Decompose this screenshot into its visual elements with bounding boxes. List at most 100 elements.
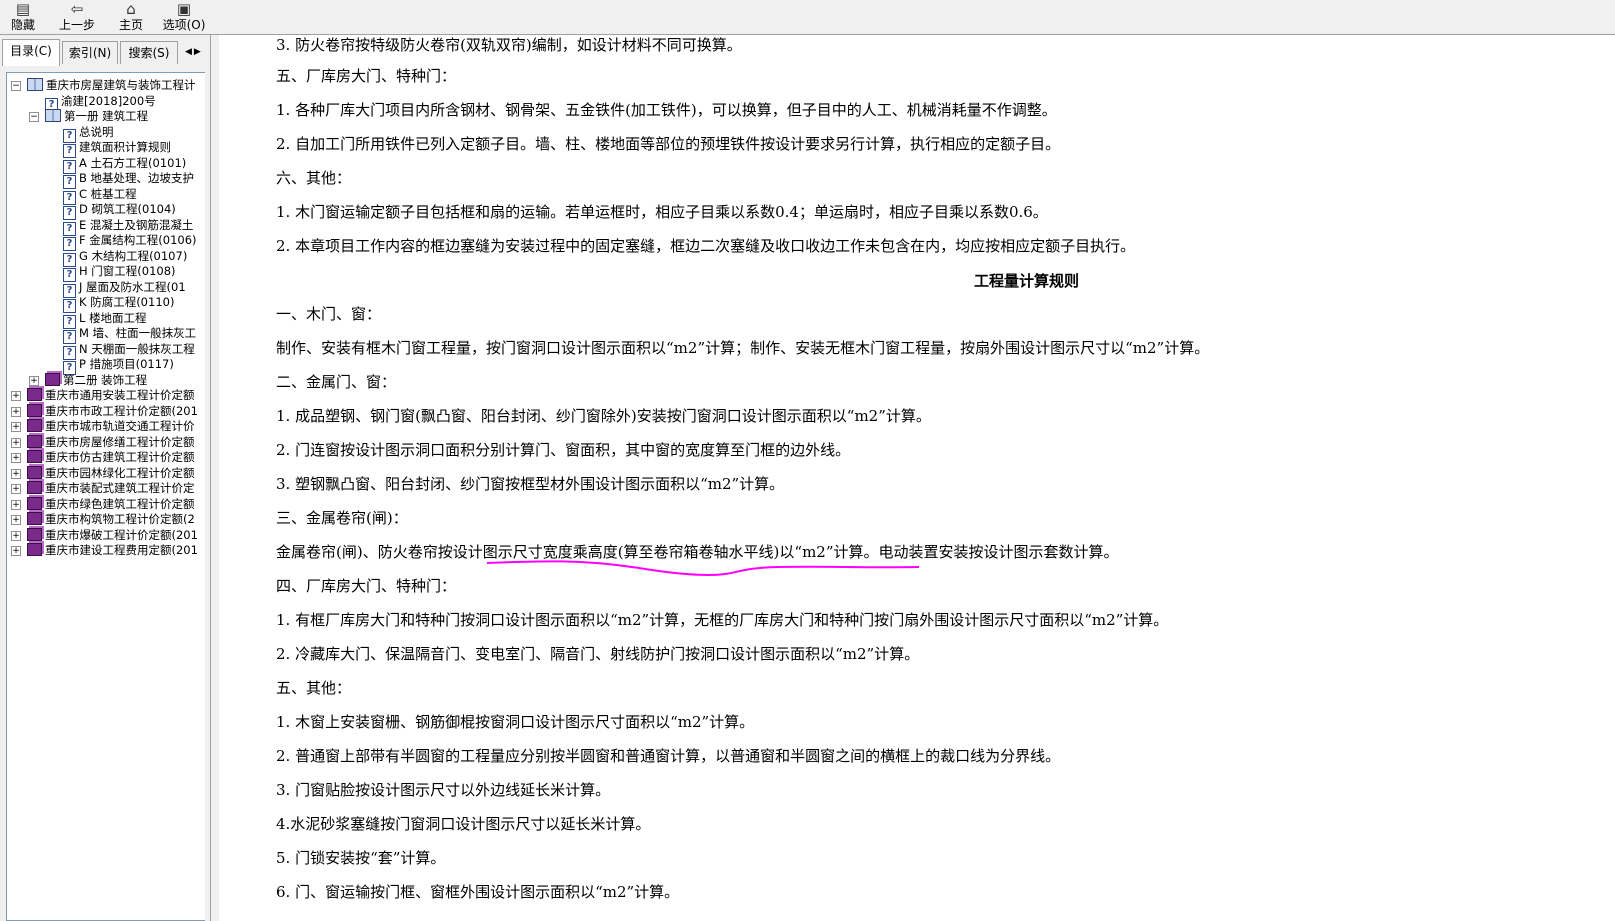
book-closed-icon <box>27 434 42 448</box>
expand-icon[interactable]: + <box>11 546 21 556</box>
expand-icon[interactable]: + <box>11 499 21 510</box>
content-line: 1. 木窗上安装窗栅、钢筋御棍按窗洞口设计图示尺寸面积以“m2”计算。 <box>276 713 755 731</box>
tree-item-label: L 楼地面工程 <box>79 310 147 325</box>
tree-item[interactable]: ? N 天棚面一般抹灰工程 <box>63 342 195 360</box>
content-line: 4.水泥砂浆塞缝按门窗洞口设计图示尺寸以延长米计算。 <box>276 815 651 833</box>
expand-icon[interactable]: + <box>11 468 21 479</box>
tree-item[interactable]: ? H 门窗工程(0108) <box>63 264 176 282</box>
tree-item[interactable]: + 重庆市绿色建筑工程计价定额 <box>11 496 195 512</box>
back-label: 上一步 <box>58 18 95 32</box>
tree-item[interactable]: ? F 金属结构工程(0106) <box>63 233 197 251</box>
nav-tabs: 目录(C) 索引(N) 搜索(S) ◀▶ <box>0 35 210 71</box>
tree-item[interactable]: − 重庆市房屋建筑与装饰工程计 <box>11 78 196 93</box>
toolbar: ▤ 隐藏 ⇦ 上一步 ⌂ 主页 ▣ 选项(O) <box>0 0 1615 35</box>
book-closed-icon <box>27 403 42 417</box>
expand-icon[interactable]: + <box>11 391 21 401</box>
navigation-pane: 目录(C) 索引(N) 搜索(S) ◀▶ − 重庆市房屋建筑与装饰工程计? 渝建[2… <box>0 35 210 921</box>
tree-item[interactable]: + 重庆市建设工程费用定额(201 <box>11 543 198 558</box>
tree-item[interactable]: ? 总说明 <box>63 124 114 143</box>
tree-item-label: 第二册 装饰工程 <box>63 372 148 387</box>
tree-item[interactable]: ? C 桩基工程 <box>63 187 137 205</box>
expand-icon[interactable]: + <box>11 406 21 417</box>
tree-item-label: 重庆市市政工程计价定额(201 <box>45 403 198 418</box>
tree-item-label: 重庆市通用安装工程计价定额 <box>45 388 195 402</box>
expand-icon[interactable]: + <box>29 375 39 386</box>
tree-item[interactable]: ? A 土石方工程(0101) <box>63 156 186 174</box>
tree-item[interactable]: + 重庆市通用安装工程计价定额 <box>11 388 195 403</box>
hide-button[interactable]: ▤ 隐藏 <box>6 0 40 34</box>
home-button[interactable]: ⌂ 主页 <box>114 0 148 34</box>
tree-item[interactable]: ? P 措施项目(0117) <box>63 357 174 375</box>
tree-item[interactable]: ? E 混凝土及钢筋混凝土 <box>63 218 193 236</box>
content-line: 3. 塑钢飘凸窗、阳台封闭、纱门窗按框型材外围设计图示面积以“m2”计算。 <box>276 475 785 493</box>
expand-icon[interactable]: + <box>11 530 21 541</box>
tree-item[interactable]: + 第二册 装饰工程 <box>29 372 148 388</box>
tree-item-label: P 措施项目(0117) <box>79 357 174 371</box>
content-line: 1. 各种厂库大门项目内所含钢材、钢骨架、五金铁件(加工铁件)，可以换算，但子目… <box>276 101 1057 119</box>
content-line: 金属卷帘(闸)、防火卷帘按设计图示尺寸宽度乘高度(算至卷帘箱卷轴水平线)以“m2… <box>276 543 1119 561</box>
content-line: 2. 本章项目工作内容的框边塞缝为安装过程中的固定塞缝，框边二次塞缝及收口收边工… <box>276 237 1136 255</box>
tree-item[interactable]: + 重庆市市政工程计价定额(201 <box>11 403 198 419</box>
back-button[interactable]: ⇦ 上一步 <box>56 0 98 34</box>
tree-item[interactable]: ? 渝建[2018]200号 <box>45 93 156 112</box>
tree-item[interactable]: ? J 屋面及防水工程(01 <box>63 279 186 298</box>
nav-pane-edge <box>205 35 208 921</box>
content-line: 3. 防火卷帘按特级防火卷帘(双轨双帘)编制，如设计材料不同可换算。 <box>276 36 742 54</box>
tree-item[interactable]: + 重庆市装配式建筑工程计价定 <box>11 481 195 496</box>
content-line: 2. 普通窗上部带有半圆窗的工程量应分别按半圆窗和普通窗计算，以普通窗和半圆窗之… <box>276 747 1061 765</box>
book-closed-icon <box>27 450 42 463</box>
tree-item[interactable]: + 重庆市仿古建筑工程计价定额 <box>11 450 195 465</box>
contents-tree: − 重庆市房屋建筑与装饰工程计? 渝建[2018]200号 − 第一册 建筑工程? 总说明… <box>6 72 206 921</box>
tree-item[interactable]: + 重庆市爆破工程计价定额(201 <box>11 527 198 543</box>
tree-item-label: 重庆市房屋修缮工程计价定额 <box>45 434 195 449</box>
content-line: 一、木门、窗： <box>276 305 382 323</box>
tree-item-label: K 防腐工程(0110) <box>79 295 175 309</box>
expand-icon[interactable]: + <box>11 484 21 494</box>
tree-item[interactable]: ? K 防腐工程(0110) <box>63 295 175 313</box>
tree-item-label: J 屋面及防水工程(01 <box>79 279 186 294</box>
back-arrow-icon: ⇦ <box>70 0 84 18</box>
book-closed-icon <box>27 527 42 541</box>
tree-item[interactable]: ? M 墙、柱面一般抹灰工 <box>63 326 196 344</box>
tree-item-label: 重庆市建设工程费用定额(201 <box>45 543 198 557</box>
tree-item[interactable]: + 重庆市园林绿化工程计价定额 <box>11 465 195 481</box>
tree-item[interactable]: + 重庆市构筑物工程计价定额(2 <box>11 512 195 527</box>
tree-item-label: 渝建[2018]200号 <box>61 93 156 108</box>
tree-item-label: 总说明 <box>79 124 114 139</box>
collapse-icon[interactable]: − <box>11 81 21 91</box>
tree-item[interactable]: + 重庆市房屋修缮工程计价定额 <box>11 434 195 450</box>
tree-item[interactable]: ? 建筑面积计算规则 <box>63 140 171 158</box>
options-button[interactable]: ▣ 选项(O) <box>160 0 208 34</box>
tree-item-label: G 木结构工程(0107) <box>79 248 188 263</box>
options-label: 选项(O) <box>162 18 206 32</box>
tree-item[interactable]: ? G 木结构工程(0107) <box>63 248 188 267</box>
collapse-icon[interactable]: − <box>29 112 39 122</box>
document-content: 3. 防火卷帘按特级防火卷帘(双轨双帘)编制，如设计材料不同可换算。 五、厂库房大… <box>219 35 1615 921</box>
book-closed-icon <box>27 496 42 510</box>
tab-search[interactable]: 搜索(S) <box>120 41 178 64</box>
tab-index[interactable]: 索引(N) <box>62 41 118 64</box>
content-line: 5. 门锁安装按“套”计算。 <box>276 849 446 867</box>
tree-item[interactable]: − 第一册 建筑工程 <box>29 109 148 124</box>
book-closed-icon <box>27 388 42 401</box>
tree-item[interactable]: ? D 砌筑工程(0104) <box>63 202 176 220</box>
tab-contents[interactable]: 目录(C) <box>2 39 60 66</box>
expand-icon[interactable]: + <box>11 437 21 448</box>
tree-item-label: 建筑面积计算规则 <box>79 140 171 154</box>
content-line: 1. 木门窗运输定额子目包括框和扇的运输。若单运框时，相应子目乘以系数0.4；单… <box>276 203 1048 221</box>
tree-item[interactable]: ? B 地基处理、边坡支护 <box>63 171 194 189</box>
hide-label: 隐藏 <box>10 18 35 32</box>
content-line: 五、厂库房大门、特种门： <box>276 67 457 85</box>
expand-icon[interactable]: + <box>11 422 21 432</box>
tree-item-label: 重庆市构筑物工程计价定额(2 <box>45 512 195 526</box>
content-line: 六、其他： <box>276 169 352 187</box>
tree-item[interactable]: + 重庆市城市轨道交通工程计价 <box>11 419 195 434</box>
expand-icon[interactable]: + <box>11 453 21 463</box>
tab-scroll-arrows[interactable]: ◀▶ <box>185 47 203 57</box>
expand-icon[interactable]: + <box>11 515 21 525</box>
tree-item[interactable]: ? L 楼地面工程 <box>63 310 147 329</box>
content-line: 2. 自加工门所用铁件已列入定额子目。墙、柱、楼地面等部位的预埋铁件按设计要求另… <box>276 135 1061 153</box>
tree-item-label: 重庆市绿色建筑工程计价定额 <box>45 496 195 511</box>
content-line: 制作、安装有框木门窗工程量，按门窗洞口设计图示面积以“m2”计算；制作、安装无框… <box>276 339 1210 357</box>
tree-item-label: 重庆市园林绿化工程计价定额 <box>45 465 195 480</box>
